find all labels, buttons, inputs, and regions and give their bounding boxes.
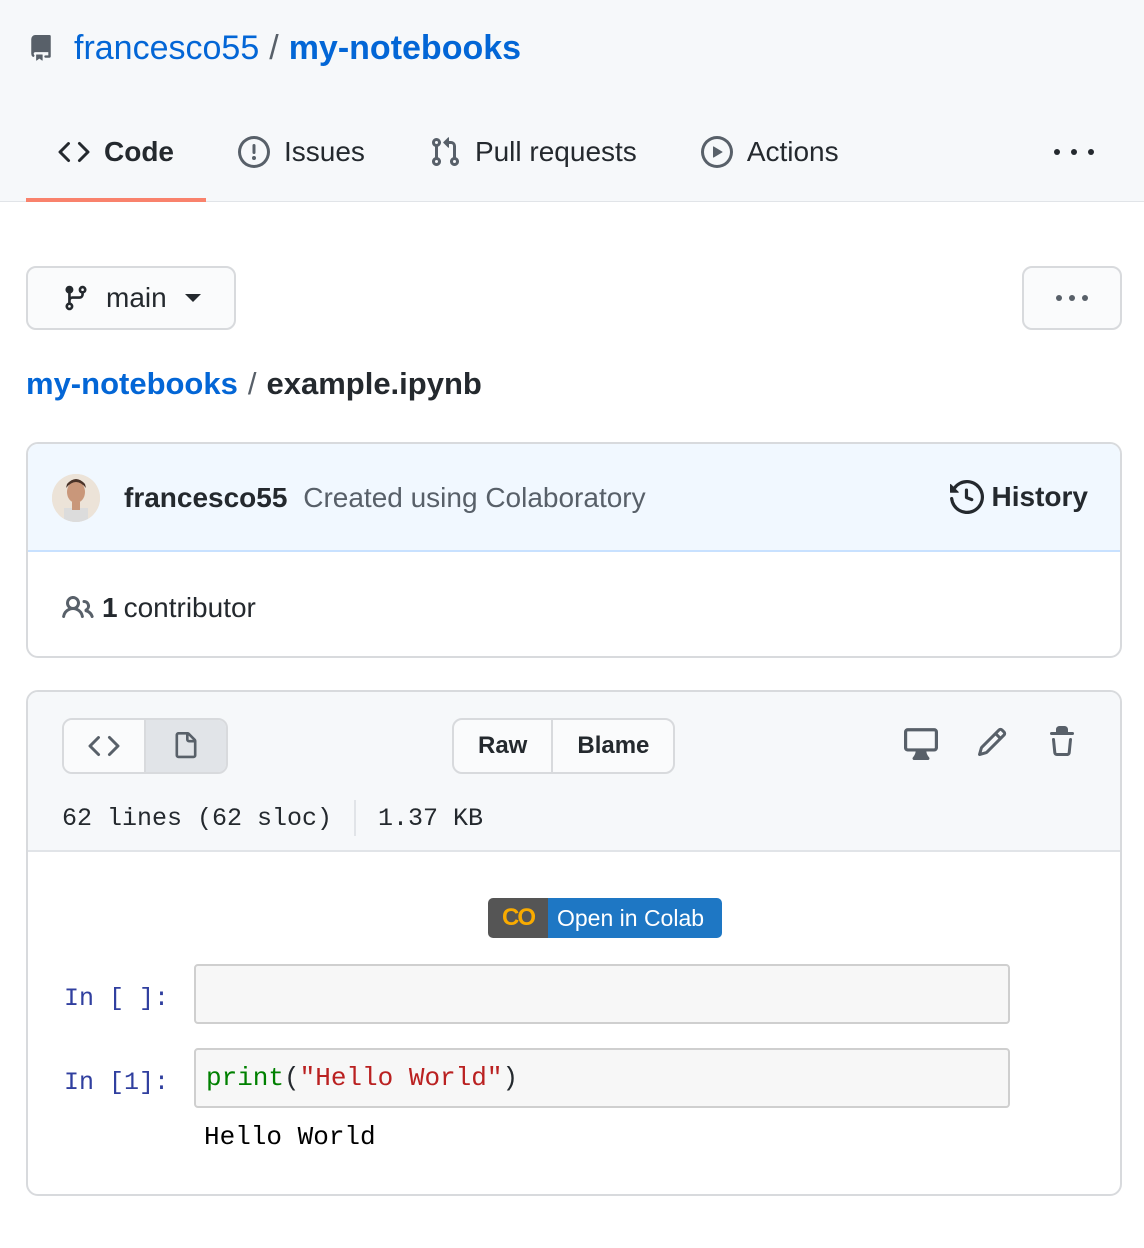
- colab-logo: CO: [488, 898, 548, 938]
- branch-select-button[interactable]: main: [26, 266, 236, 330]
- contributor-label: contributor: [123, 592, 256, 623]
- latest-commit-box: francesco55 Created using Colaboratory H…: [26, 442, 1122, 658]
- kebab-dot: [1088, 149, 1094, 155]
- tab-pull-requests[interactable]: Pull requests: [397, 120, 669, 184]
- file-header: Raw Blame 62 lines (62 sloc) 1.37 KB: [28, 692, 1120, 852]
- chevron-down-icon: [184, 294, 201, 302]
- code-icon: [58, 141, 90, 163]
- cell-output: Hello World: [204, 1122, 376, 1152]
- desktop-icon[interactable]: [904, 726, 938, 760]
- view-mode-toggle: [62, 718, 228, 774]
- history-label: History: [991, 481, 1088, 512]
- code-string: "Hello World": [299, 1063, 503, 1093]
- meta-divider: [354, 800, 357, 836]
- contributors-summary[interactable]: 1 contributor: [62, 592, 256, 624]
- tab-code-label: Code: [104, 136, 174, 167]
- contributor-count: 1: [102, 592, 118, 623]
- branch-icon: [65, 285, 87, 311]
- tab-pull-requests-label: Pull requests: [474, 136, 637, 167]
- file-more-options-button[interactable]: [1022, 266, 1122, 330]
- repo-icon: [31, 35, 51, 61]
- file-size: 1.37 KB: [378, 803, 484, 833]
- commit-header: francesco55 Created using Colaboratory H…: [28, 444, 1120, 552]
- issue-icon: [238, 136, 270, 168]
- kebab-dot: [1071, 149, 1077, 155]
- kebab-icon: [1056, 295, 1088, 301]
- commit-message[interactable]: Created using Colaboratory: [303, 482, 645, 513]
- people-icon: [62, 595, 94, 619]
- tab-code[interactable]: Code: [26, 120, 206, 202]
- code-cell-input: [194, 964, 1010, 1024]
- file-action-icons: [904, 726, 1078, 760]
- breadcrumb-repo-link[interactable]: my-notebooks: [26, 366, 238, 402]
- play-icon: [700, 136, 733, 168]
- file-viewer: Raw Blame 62 lines (62 sloc) 1.37 KB CO …: [26, 690, 1122, 1196]
- code-paren-close: ): [502, 1063, 519, 1093]
- tab-issues[interactable]: Issues: [206, 120, 397, 184]
- code-function: print: [206, 1063, 285, 1093]
- file-icon: [175, 732, 197, 759]
- breadcrumb-file-name: example.ipynb: [266, 366, 482, 401]
- avatar-image: [52, 474, 100, 522]
- code-cell-input: print("Hello World"): [194, 1048, 1010, 1108]
- cell-prompt: In [1]:: [64, 1068, 170, 1097]
- rendered-view-button[interactable]: [144, 720, 226, 772]
- more-tabs-button[interactable]: [1054, 144, 1094, 160]
- history-link[interactable]: History: [949, 480, 1088, 514]
- file-meta: 62 lines (62 sloc) 1.37 KB: [62, 800, 483, 836]
- pull-request-icon: [431, 137, 459, 167]
- open-in-colab-badge[interactable]: CO Open in Colab: [488, 898, 722, 938]
- kebab-dot: [1054, 149, 1060, 155]
- code-icon: [88, 735, 120, 757]
- file-line-count: 62 lines (62 sloc): [62, 803, 333, 833]
- code-paren-open: (: [284, 1063, 300, 1093]
- blame-button[interactable]: Blame: [551, 720, 673, 772]
- raw-button[interactable]: Raw: [454, 720, 551, 772]
- repo-owner-link[interactable]: francesco55: [74, 29, 259, 68]
- breadcrumb-separator: /: [247, 366, 257, 401]
- repo-tabs: Code Issues Pull requests Actions: [26, 120, 871, 202]
- repo-separator: /: [269, 28, 279, 67]
- repo-title: francesco55 / my-notebooks: [28, 26, 521, 70]
- breadcrumb: my-notebooks / example.ipynb: [26, 366, 482, 402]
- source-view-button[interactable]: [64, 720, 144, 772]
- avatar[interactable]: [52, 474, 100, 522]
- cell-prompt: In [ ]:: [64, 984, 170, 1013]
- tab-actions[interactable]: Actions: [669, 120, 871, 184]
- trash-icon[interactable]: [1046, 726, 1078, 758]
- commit-author-link[interactable]: francesco55: [124, 482, 287, 513]
- raw-blame-group: Raw Blame: [452, 718, 676, 774]
- tab-issues-label: Issues: [284, 136, 365, 167]
- tab-actions-label: Actions: [746, 136, 839, 167]
- commit-author: francesco55 Created using Colaboratory: [124, 482, 646, 514]
- colab-badge-label: Open in Colab: [548, 898, 722, 938]
- history-icon: [949, 480, 984, 514]
- branch-name: main: [106, 282, 167, 313]
- pencil-icon[interactable]: [976, 726, 1008, 758]
- repo-name-link[interactable]: my-notebooks: [289, 29, 521, 68]
